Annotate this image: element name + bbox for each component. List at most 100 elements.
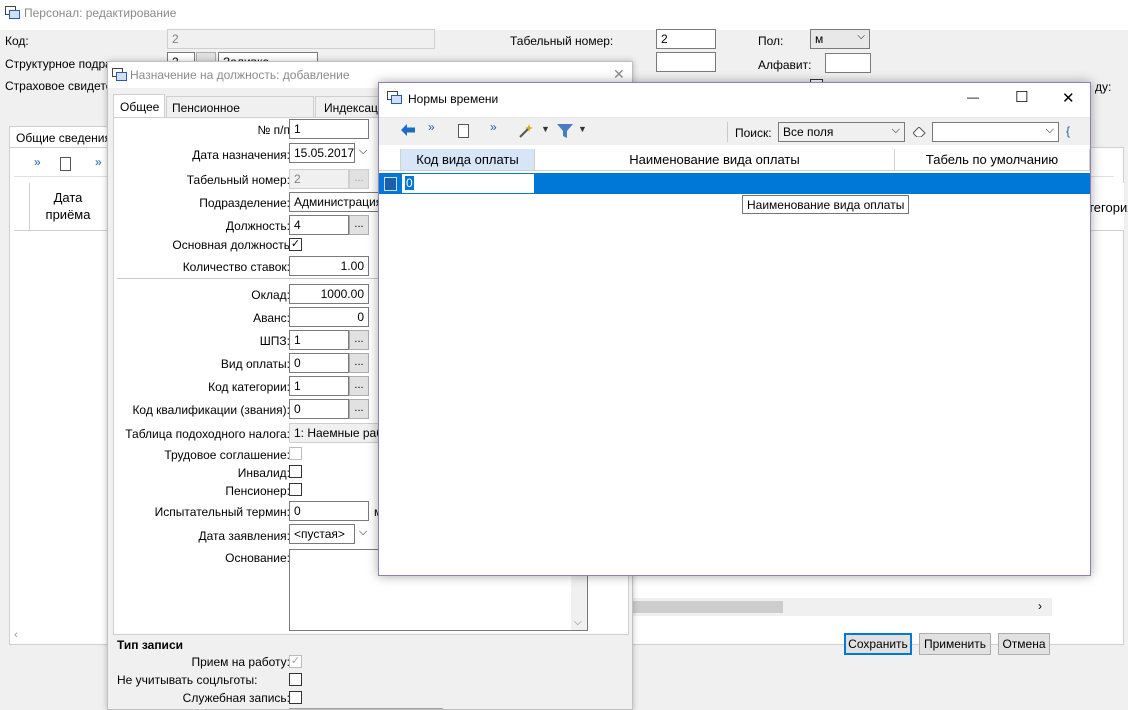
eraser-icon[interactable] <box>912 126 927 138</box>
date-field[interactable]: 15.05.2017 <box>289 143 355 163</box>
appdate-label: Дата заявления: <box>198 529 290 543</box>
brace-icon[interactable]: { <box>1066 124 1070 138</box>
chevron-down-icon: ⌵ <box>891 124 900 136</box>
window-icon <box>387 91 402 104</box>
dept-field[interactable]: Администрация <box>289 192 384 212</box>
gender-select[interactable]: м ⌵ <box>810 29 870 49</box>
more-icon-2[interactable]: » <box>95 155 102 169</box>
chevron-down-icon: ⌵ <box>1045 124 1054 136</box>
personnel-title: Персонал: редактирование <box>24 6 177 20</box>
rates-label: Количество ставок: <box>182 260 290 274</box>
close-icon[interactable]: ✕ <box>613 66 625 83</box>
row-indicator-header <box>14 183 30 231</box>
tabnum-pick-button[interactable]: ... <box>349 169 369 189</box>
norms-window: Нормы времени — ☐ ✕ » » ▼ ▼ Поиск: Все п… <box>378 82 1091 576</box>
col-pay-code[interactable]: Код вида оплаты <box>401 149 535 171</box>
chevron-down-icon[interactable]: ⌵ <box>359 526 367 539</box>
invalid-label: Инвалид: <box>237 466 290 480</box>
tab-indexation[interactable]: Индексац <box>315 96 385 118</box>
chevron-down-icon[interactable]: ⌵ <box>359 145 367 158</box>
row-indicator-header <box>379 149 401 171</box>
personnel-hscroll-left[interactable]: ‹ <box>14 629 30 643</box>
paytype-pick-button[interactable]: ... <box>349 353 369 373</box>
back-arrow-icon[interactable] <box>401 124 415 136</box>
more-icon[interactable]: » <box>34 155 41 169</box>
hire-checkbox[interactable]: ✓ <box>289 655 302 668</box>
filter-icon[interactable] <box>557 124 573 138</box>
pensioner-label: Пенсионер: <box>225 484 290 498</box>
code-field[interactable]: 2 <box>167 29 435 49</box>
tabnum-field[interactable]: 2 <box>289 169 349 189</box>
search-field-value: Все поля <box>783 125 834 139</box>
position-pick-button[interactable]: ... <box>349 215 369 235</box>
invalid-checkbox[interactable] <box>289 465 302 478</box>
shpz-field[interactable]: 1 <box>289 330 349 350</box>
tab-general[interactable]: Общее <box>113 94 165 118</box>
shpz-label: ШПЗ: <box>259 334 290 348</box>
ignore-label: Не учитывать соцльготы: <box>117 673 258 687</box>
tab-number-label: Табельный номер: <box>510 34 614 48</box>
minimize-icon[interactable]: — <box>967 90 979 104</box>
service-label: Служебная запись: <box>182 691 290 705</box>
search-field-select[interactable]: Все поля ⌵ <box>778 122 905 142</box>
np-label: № п/п <box>257 123 290 137</box>
row-indicator <box>384 177 397 191</box>
tab-pension[interactable]: Пенсионное страхование <box>166 96 314 129</box>
ignore-checkbox[interactable] <box>289 673 302 686</box>
gender-label: Пол: <box>758 34 784 48</box>
advance-field[interactable]: 0 <box>289 307 369 327</box>
table-row[interactable]: 0 <box>379 173 1090 194</box>
tab-number-field[interactable]: 2 <box>656 29 716 49</box>
service-checkbox[interactable] <box>289 691 302 704</box>
norms-grid: Код вида оплаты Наименование вида оплаты… <box>379 149 1090 575</box>
dropdown-arrow-icon[interactable]: ▼ <box>541 124 550 134</box>
salary-field[interactable]: 1000.00 <box>289 284 369 304</box>
paytype-field[interactable]: 0 <box>289 353 349 373</box>
advance-label: Аванс: <box>253 311 290 325</box>
np-field[interactable]: 1 <box>289 119 369 139</box>
qualif-field[interactable]: 0 <box>289 399 349 419</box>
col-hire-date[interactable]: Дата приёма <box>30 189 106 223</box>
probation-label: Испытательный термин: <box>154 505 290 519</box>
category-field[interactable]: 1 <box>289 376 349 396</box>
filter-dropdown-icon[interactable]: ▼ <box>578 124 587 134</box>
pensioner-checkbox[interactable] <box>289 483 302 496</box>
new-document-icon[interactable] <box>60 157 71 171</box>
main-position-label: Основная должность <box>172 238 290 252</box>
shpz-pick-button[interactable]: ... <box>349 330 369 350</box>
labor-checkbox[interactable] <box>289 447 302 460</box>
norms-toolbar: » » ▼ ▼ Поиск: Все поля ⌵ ⌵ { <box>379 117 1090 145</box>
tab-indexation-label: Индексац <box>324 101 378 115</box>
gender-value: м <box>815 32 824 46</box>
col-pay-name[interactable]: Наименование вида оплаты <box>535 149 895 171</box>
close-icon[interactable]: ✕ <box>1062 89 1075 107</box>
more-icon-2[interactable]: » <box>490 120 497 134</box>
hire-label: Прием на работу: <box>191 655 291 669</box>
main-position-checkbox[interactable]: ✓ <box>289 238 302 251</box>
qualif-pick-button[interactable]: ... <box>349 399 369 419</box>
probation-field[interactable]: 0 <box>289 501 369 521</box>
general-tab[interactable]: Общие сведения <box>9 126 119 148</box>
appdate-field[interactable]: <пустая> <box>289 524 355 544</box>
scroll-down-icon[interactable]: ⌵ <box>574 617 582 628</box>
tab-general-label: Общее <box>120 100 160 114</box>
position-field[interactable]: 4 <box>289 215 349 235</box>
pay-code-cell[interactable]: 0 <box>401 173 535 194</box>
search-input[interactable]: ⌵ <box>932 122 1059 142</box>
basis-label: Основание: <box>225 551 290 565</box>
magic-wand-icon[interactable] <box>518 123 534 139</box>
new-document-icon[interactable] <box>458 124 469 138</box>
tax-select[interactable]: 1: Наемные работ <box>289 423 384 443</box>
dept-label: Подразделение: <box>199 196 290 210</box>
divider-1 <box>117 278 383 279</box>
assignment-title: Назначение на должность: добавление <box>130 68 350 82</box>
code-label: Код: <box>5 34 29 48</box>
maximize-icon[interactable]: ☐ <box>1015 88 1028 106</box>
more-icon[interactable]: » <box>428 120 435 134</box>
col-default-tabel[interactable]: Табель по умолчанию <box>895 149 1090 171</box>
rates-field[interactable]: 1.00 <box>289 256 369 276</box>
position-label: Должность: <box>225 219 290 233</box>
category-pick-button[interactable]: ... <box>349 376 369 396</box>
toolbar-separator <box>727 122 728 142</box>
col-category[interactable]: тегория <box>1088 200 1128 215</box>
